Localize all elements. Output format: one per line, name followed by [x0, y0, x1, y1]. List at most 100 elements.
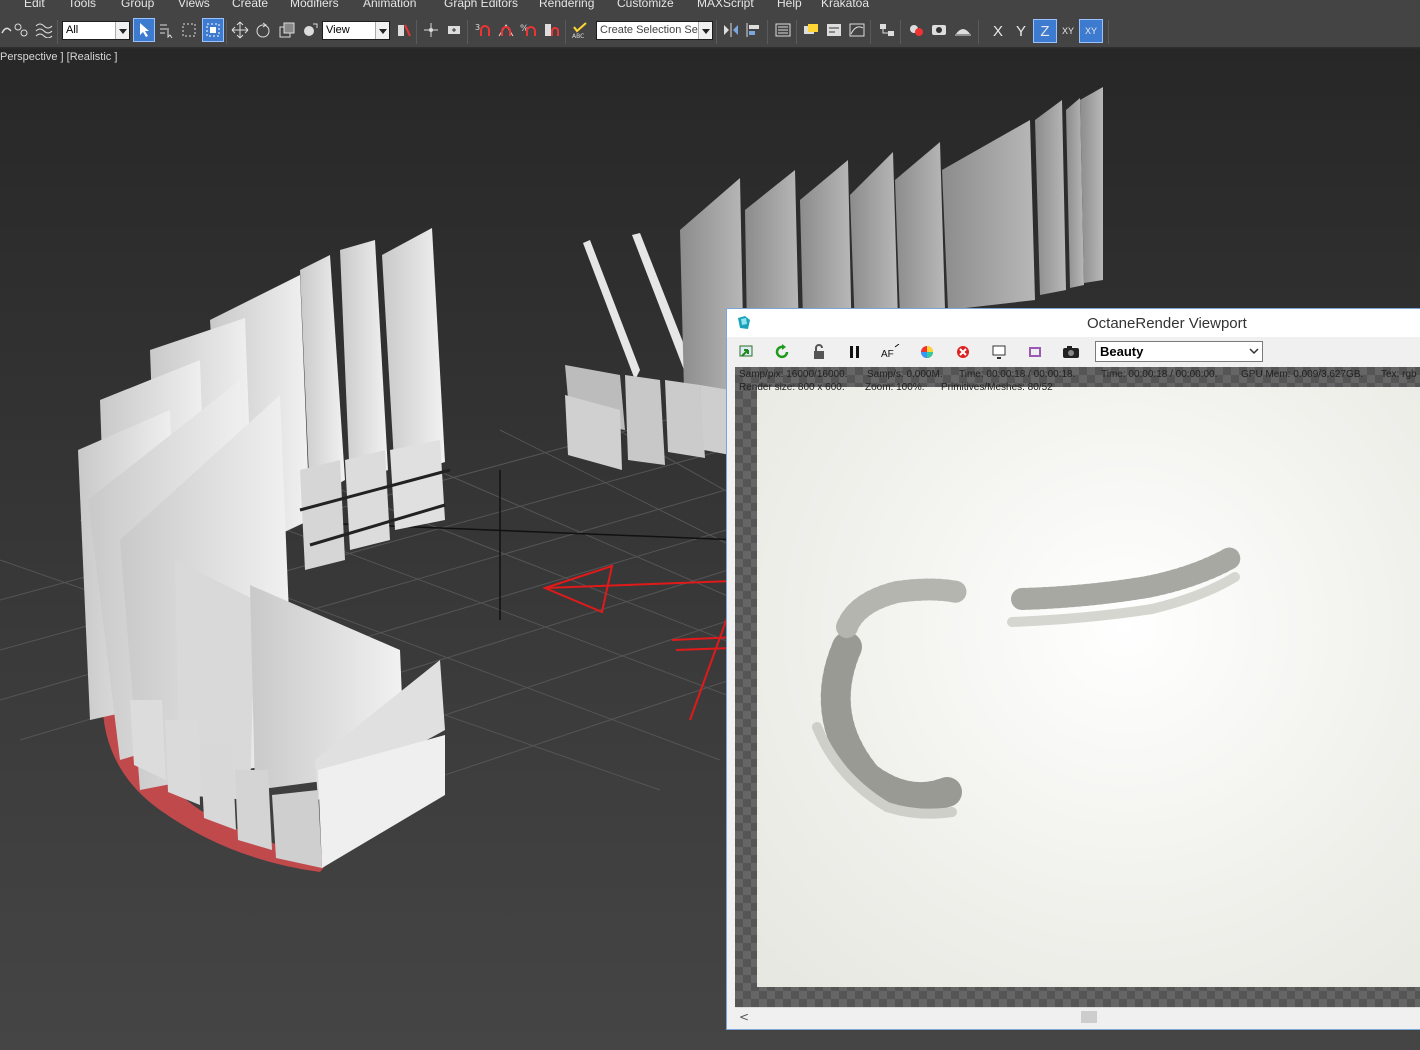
svg-text:3: 3 — [475, 23, 480, 32]
use-pivot-center-icon[interactable] — [394, 19, 414, 41]
camera-icon[interactable] — [1061, 343, 1081, 361]
menu-create[interactable]: Create — [232, 0, 268, 10]
rectangular-selection-icon[interactable] — [179, 19, 199, 41]
film-settings-icon[interactable] — [1025, 343, 1045, 361]
viewport-label[interactable]: Perspective ] [Realistic ] — [0, 51, 117, 63]
octane-logo-icon — [738, 316, 750, 329]
move-icon[interactable] — [230, 19, 250, 41]
menu-views[interactable]: Views — [178, 0, 210, 10]
place-object-icon[interactable] — [300, 19, 320, 41]
chevron-down-icon — [115, 22, 129, 39]
menu-krakatoa[interactable]: Krakatoa — [821, 0, 869, 10]
menu-tools[interactable]: Tools — [68, 0, 96, 10]
scale-icon[interactable] — [277, 19, 297, 41]
reference-coordinate-dropdown[interactable]: View — [322, 21, 390, 40]
named-selection-dropdown[interactable]: Create Selection Se — [596, 21, 713, 40]
3dsmax-window: Edit Tools Group Views Create Modifiers … — [0, 0, 1420, 1050]
select-and-manipulate-icon[interactable] — [421, 19, 441, 41]
render-pass-value: Beauty — [1100, 344, 1144, 359]
toolbar-separator — [565, 20, 566, 44]
snaps-toggle-icon[interactable]: 3 — [474, 19, 494, 41]
stat-time-remaining: Time: 00:00:18 / 00:00:00. — [1101, 369, 1218, 380]
stat-samples-per-second: Samp/s: 0.000M. — [867, 369, 943, 380]
toggle-layer-explorer-icon[interactable] — [801, 19, 821, 41]
send-scene-icon[interactable] — [737, 343, 757, 361]
viewport-options-icon[interactable] — [989, 343, 1009, 361]
horizontal-scrollbar[interactable]: < — [735, 1007, 1420, 1025]
toolbar-separator — [467, 20, 468, 44]
toggle-scene-explorer-icon[interactable] — [773, 19, 793, 41]
window-crossing-icon[interactable] — [202, 18, 224, 42]
toolbar-separator — [1108, 20, 1109, 44]
main-toolbar: All View 3 % ABC Create Selection Se X Y… — [0, 12, 1420, 48]
mirror-icon[interactable] — [721, 19, 741, 41]
menu-bar: Edit Tools Group Views Create Modifiers … — [0, 0, 1420, 12]
material-editor-icon[interactable] — [906, 19, 926, 41]
menu-group[interactable]: Group — [121, 0, 154, 10]
spinner-snap-icon[interactable] — [542, 19, 562, 41]
menu-graph-editors[interactable]: Graph Editors — [444, 0, 518, 10]
menu-help[interactable]: Help — [777, 0, 802, 10]
auto-focus-icon[interactable]: AF — [881, 343, 901, 361]
angle-snap-icon[interactable] — [496, 19, 516, 41]
octane-title-bar[interactable]: OctaneRender Viewport — [727, 309, 1420, 337]
edit-named-selection-icon[interactable]: ABC — [570, 19, 590, 41]
toolbar-separator — [57, 20, 58, 44]
axis-x-button[interactable]: X — [987, 20, 1009, 42]
svg-text:ABC: ABC — [572, 33, 584, 39]
schematic-view-icon[interactable] — [877, 19, 897, 41]
toolbar-separator — [870, 20, 871, 44]
render-pass-dropdown[interactable]: Beauty — [1095, 341, 1263, 362]
select-and-link-icon[interactable] — [11, 19, 31, 41]
stat-gpu-memory: GPU Mem: 0.009/3.627GB. — [1241, 369, 1364, 380]
axis-z-button[interactable]: Z — [1033, 19, 1057, 43]
axis-xy-button[interactable]: XY — [1057, 20, 1079, 42]
octane-canvas-area[interactable] — [735, 367, 1420, 1007]
keyboard-shortcut-override-icon[interactable] — [444, 19, 464, 41]
menu-customize[interactable]: Customize — [617, 0, 674, 10]
toolbar-separator — [900, 20, 901, 44]
percent-snap-icon[interactable]: % — [519, 19, 539, 41]
chevron-down-icon — [375, 22, 389, 39]
toolbar-separator — [416, 20, 417, 44]
select-object-icon[interactable] — [133, 18, 155, 42]
render-production-icon[interactable] — [953, 19, 973, 41]
menu-maxscript[interactable]: MAXScript — [697, 0, 754, 10]
pause-icon[interactable] — [845, 343, 865, 361]
axis-y-button[interactable]: Y — [1010, 20, 1032, 42]
named-selection-placeholder: Create Selection Se — [600, 24, 698, 36]
reference-coordinate-value: View — [326, 24, 350, 36]
render-setup-icon[interactable] — [929, 19, 949, 41]
stat-texture: Tex: rgb — [1381, 369, 1417, 380]
stat-zoom: Zoom: 100%. — [865, 382, 925, 393]
select-by-name-icon[interactable] — [156, 19, 176, 41]
octane-toolbar: AF Beauty — [727, 337, 1420, 367]
menu-rendering[interactable]: Rendering — [539, 0, 594, 10]
restart-render-icon[interactable] — [773, 343, 793, 361]
menu-modifiers[interactable]: Modifiers — [290, 0, 339, 10]
toolbar-separator — [716, 20, 717, 44]
toolbar-separator — [226, 20, 227, 44]
selection-filter-dropdown[interactable]: All — [62, 21, 130, 40]
menu-edit[interactable]: Edit — [24, 0, 45, 10]
menu-animation[interactable]: Animation — [363, 0, 416, 10]
toolbar-separator — [796, 20, 797, 44]
clear-region-icon[interactable] — [953, 343, 973, 361]
selection-filter-value: All — [66, 24, 79, 36]
toolbar-separator — [978, 20, 979, 44]
svg-text:AF: AF — [881, 349, 894, 360]
color-picker-icon[interactable] — [917, 343, 937, 361]
octane-render-window: OctaneRender Viewport AF Beauty Samp/pix… — [726, 308, 1420, 1030]
scrollbar-thumb[interactable] — [1081, 1011, 1097, 1023]
octane-render-image[interactable] — [757, 387, 1420, 987]
rotate-icon[interactable] — [253, 19, 273, 41]
axis-xy-cycle-button[interactable]: XY — [1079, 19, 1103, 43]
stat-render-size: Render size: 800 x 600. — [739, 382, 845, 393]
lock-icon[interactable] — [809, 343, 829, 361]
scroll-left-arrow[interactable]: < — [739, 1010, 749, 1024]
stat-samples-per-pixel: Samp/pix: 16000/16000. — [739, 369, 848, 380]
bind-to-space-warp-icon[interactable] — [34, 19, 54, 41]
curve-editor-icon[interactable] — [847, 19, 867, 41]
toggle-ribbon-icon[interactable] — [824, 19, 844, 41]
align-icon[interactable] — [744, 19, 764, 41]
